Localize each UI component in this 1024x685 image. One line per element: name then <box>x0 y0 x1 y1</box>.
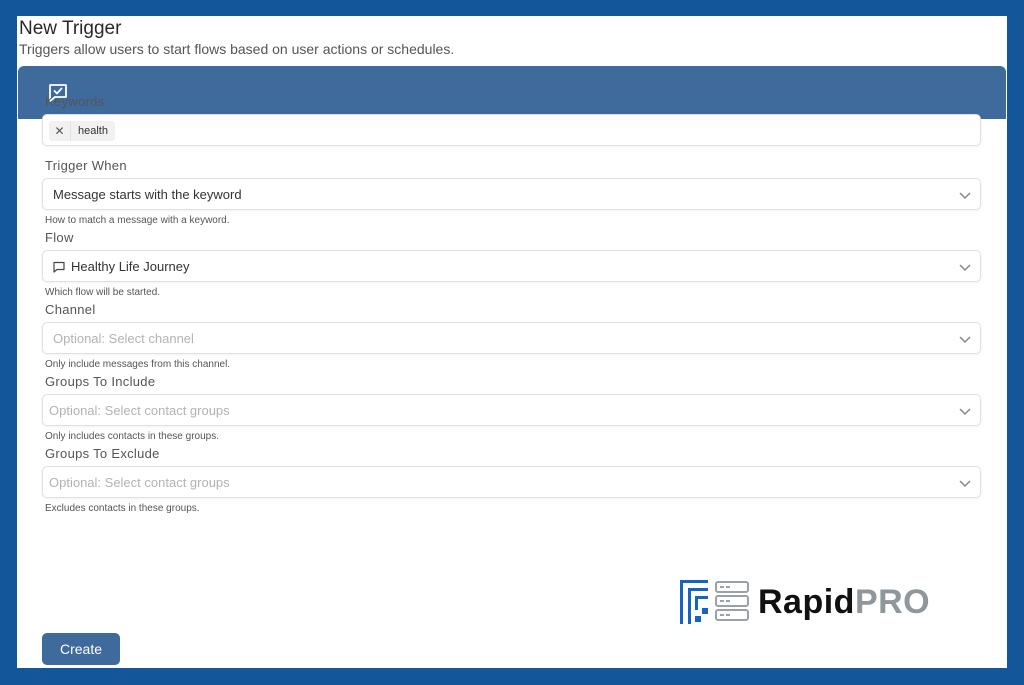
brand-name-part2: PRO <box>854 582 931 621</box>
keywords-input[interactable]: ✕ health <box>42 114 981 146</box>
groups-exclude-label: Groups To Exclude <box>45 446 160 461</box>
keyword-tag: ✕ health <box>49 121 115 141</box>
channel-help: Only include messages from this channel. <box>45 359 231 370</box>
channel-select[interactable]: Optional: Select channel <box>42 322 981 354</box>
chevron-down-icon <box>959 192 971 200</box>
remove-tag-icon[interactable]: ✕ <box>49 121 71 141</box>
groups-exclude-placeholder: Optional: Select contact groups <box>49 475 230 490</box>
chevron-down-icon <box>959 336 971 344</box>
flow-select[interactable]: Healthy Life Journey <box>42 250 981 282</box>
keyword-tag-text: health <box>78 125 108 137</box>
channel-label: Channel <box>45 302 96 317</box>
groups-include-help: Only includes contacts in these groups. <box>45 431 219 442</box>
create-button[interactable]: Create <box>42 633 120 665</box>
flow-label: Flow <box>45 230 74 245</box>
brand-name-part1: Rapid <box>758 582 855 621</box>
chevron-down-icon <box>959 408 971 416</box>
page-header: New Trigger Triggers allow users to star… <box>17 16 1007 58</box>
flow-help: Which flow will be started. <box>45 287 161 298</box>
page-subtitle: Triggers allow users to start flows base… <box>19 41 455 57</box>
page-title: New Trigger <box>19 18 122 39</box>
groups-include-select[interactable]: Optional: Select contact groups <box>42 394 981 426</box>
trigger-page: New Trigger Triggers allow users to star… <box>17 16 1007 668</box>
brand-name: RapidPRO <box>758 583 930 622</box>
groups-exclude-help: Excludes contacts in these groups. <box>45 503 200 514</box>
chevron-down-icon <box>959 480 971 488</box>
keywords-label: Keywords <box>45 94 105 109</box>
brand-watermark: RapidPRO <box>680 579 930 625</box>
message-icon <box>53 261 65 273</box>
groups-include-placeholder: Optional: Select contact groups <box>49 403 230 418</box>
trigger-when-label: Trigger When <box>45 158 127 173</box>
groups-include-label: Groups To Include <box>45 374 156 389</box>
flow-value: Healthy Life Journey <box>71 259 190 274</box>
trigger-form: Keywords ✕ health Trigger When Message s… <box>42 94 981 518</box>
chevron-down-icon <box>959 264 971 272</box>
trigger-when-select[interactable]: Message starts with the keyword <box>42 178 981 210</box>
groups-exclude-select[interactable]: Optional: Select contact groups <box>42 466 981 498</box>
trigger-when-help: How to match a message with a keyword. <box>45 215 230 226</box>
trigger-when-value: Message starts with the keyword <box>53 187 242 202</box>
server-stack-logo <box>680 580 749 624</box>
channel-placeholder: Optional: Select channel <box>53 331 194 346</box>
